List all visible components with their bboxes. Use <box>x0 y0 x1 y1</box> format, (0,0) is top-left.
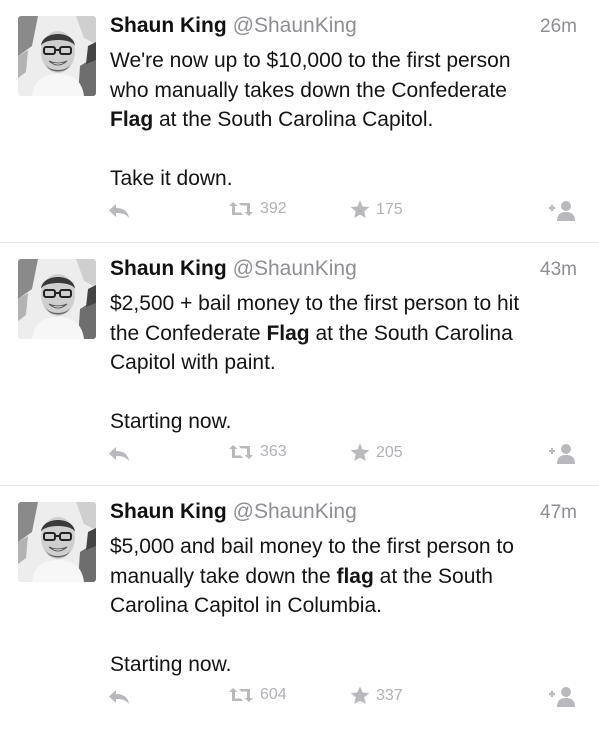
tweet-text-line: who manually takes down the Confederate <box>110 78 507 102</box>
author-display-name[interactable]: Shaun King <box>110 257 227 280</box>
retweet-button[interactable]: 363 <box>228 443 287 461</box>
tweet-text-line: Starting now. <box>110 410 232 433</box>
star-icon <box>350 686 370 704</box>
tweet-text-line: the Confederate Flag at the South Caroli… <box>110 319 580 349</box>
favorite-button[interactable]: 205 <box>350 443 403 462</box>
text-fragment: manually take down the <box>110 564 337 588</box>
star-icon <box>350 200 370 218</box>
text-fragment: at the South Carolina <box>309 321 513 345</box>
tweet-text-line: manually take down the flag at the South <box>110 562 580 592</box>
bold-word: flag <box>336 564 374 588</box>
tweet-text-line: Starting now. <box>110 653 232 676</box>
retweet-count: 392 <box>260 200 287 217</box>
tweet-text-line: Flag at the South Carolina Capitol. <box>110 105 580 135</box>
tweet-actions: 363 205 <box>0 443 599 473</box>
author-handle[interactable]: @ShaunKing <box>233 500 357 523</box>
reply-button[interactable] <box>108 203 130 219</box>
favorite-button[interactable]: 337 <box>350 686 403 705</box>
author-name[interactable]: Shaun King @ShaunKing <box>110 14 357 38</box>
bold-word: Flag <box>266 321 310 345</box>
author-name[interactable]: Shaun King @ShaunKing <box>110 500 357 524</box>
author-handle[interactable]: @ShaunKing <box>233 257 357 280</box>
text-fragment: the Confederate <box>110 321 267 345</box>
author-display-name[interactable]: Shaun King <box>110 500 227 523</box>
tweet-timestamp: 43m <box>540 259 577 280</box>
tweet-text-line: $5,000 and bail money to the first perso… <box>110 535 514 558</box>
avatar[interactable] <box>18 16 96 96</box>
tweet-text-line: Carolina Capitol in Columbia. <box>110 594 382 617</box>
retweet-count: 363 <box>260 443 287 460</box>
tweet-text: $5,000 and bail money to the first perso… <box>110 532 580 680</box>
reply-arrow-icon <box>109 204 129 218</box>
follow-button[interactable] <box>547 443 577 465</box>
retweet-icon <box>229 445 253 459</box>
tweet-actions: 392 175 <box>0 200 599 230</box>
avatar[interactable] <box>18 502 96 582</box>
tweet-timestamp: 26m <box>540 16 577 37</box>
add-user-icon <box>549 444 575 464</box>
tweet-card[interactable]: Shaun King @ShaunKing 43m $2,500 + bail m… <box>0 243 599 486</box>
tweet-timestamp: 47m <box>540 502 577 523</box>
author-display-name[interactable]: Shaun King <box>110 14 227 37</box>
tweet-text: We're now up to $10,000 to the first per… <box>110 46 580 194</box>
author-name[interactable]: Shaun King @ShaunKing <box>110 257 357 281</box>
reply-arrow-icon <box>109 447 129 461</box>
tweet-text-line: Capitol with paint. <box>110 351 276 374</box>
follow-button[interactable] <box>547 200 577 222</box>
tweet-text: $2,500 + bail money to the first person … <box>110 289 580 437</box>
text-fragment: at the South <box>373 564 493 588</box>
follow-button[interactable] <box>547 686 577 708</box>
add-user-icon <box>549 201 575 221</box>
author-handle[interactable]: @ShaunKing <box>233 14 357 37</box>
avatar[interactable] <box>18 259 96 339</box>
reply-button[interactable] <box>108 689 130 705</box>
favorite-button[interactable]: 175 <box>350 200 403 219</box>
tweet-text-line: We're now up to $10,000 to the first per… <box>110 49 511 72</box>
reply-arrow-icon <box>109 690 129 704</box>
add-user-icon <box>549 687 575 707</box>
tweet-text-line: $2,500 + bail money to the first person … <box>110 292 520 315</box>
favorite-count: 205 <box>376 443 403 461</box>
favorite-count: 175 <box>376 200 403 218</box>
tweet-card[interactable]: Shaun King @ShaunKing 26m We're now up to… <box>0 0 599 243</box>
text-fragment: at the South Carolina Capitol. <box>153 108 434 131</box>
tweet-text-line: Take it down. <box>110 167 233 190</box>
star-icon <box>350 443 370 461</box>
tweet-card[interactable]: Shaun King @ShaunKing 47m $5,000 and bail… <box>0 486 599 729</box>
retweet-count: 604 <box>260 686 287 703</box>
retweet-button[interactable]: 392 <box>228 200 287 218</box>
tweet-actions: 604 337 <box>0 686 599 716</box>
reply-button[interactable] <box>108 446 130 462</box>
retweet-icon <box>229 202 253 216</box>
bold-word: Flag <box>110 108 154 131</box>
retweet-icon <box>229 688 253 702</box>
retweet-button[interactable]: 604 <box>228 686 287 704</box>
favorite-count: 337 <box>376 686 403 704</box>
